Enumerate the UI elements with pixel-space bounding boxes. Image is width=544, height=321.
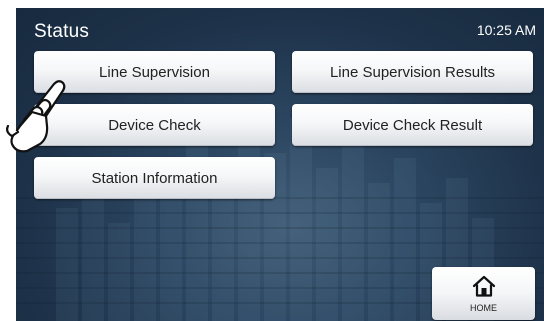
pointing-hand-icon <box>6 80 66 153</box>
station-information-button[interactable]: Station Information <box>34 157 275 199</box>
device-check-result-button[interactable]: Device Check Result <box>292 104 533 146</box>
home-button[interactable]: HOME <box>432 267 535 320</box>
page-title: Status <box>34 21 90 42</box>
device-bezel: Status 10:25 AM Line Supervision Line Su… <box>0 0 544 321</box>
clock: 10:25 AM <box>476 22 536 38</box>
touch-screen: Status 10:25 AM Line Supervision Line Su… <box>16 8 544 321</box>
line-supervision-results-button[interactable]: Line Supervision Results <box>292 51 533 93</box>
home-label: HOME <box>470 303 497 313</box>
home-icon <box>472 275 496 297</box>
